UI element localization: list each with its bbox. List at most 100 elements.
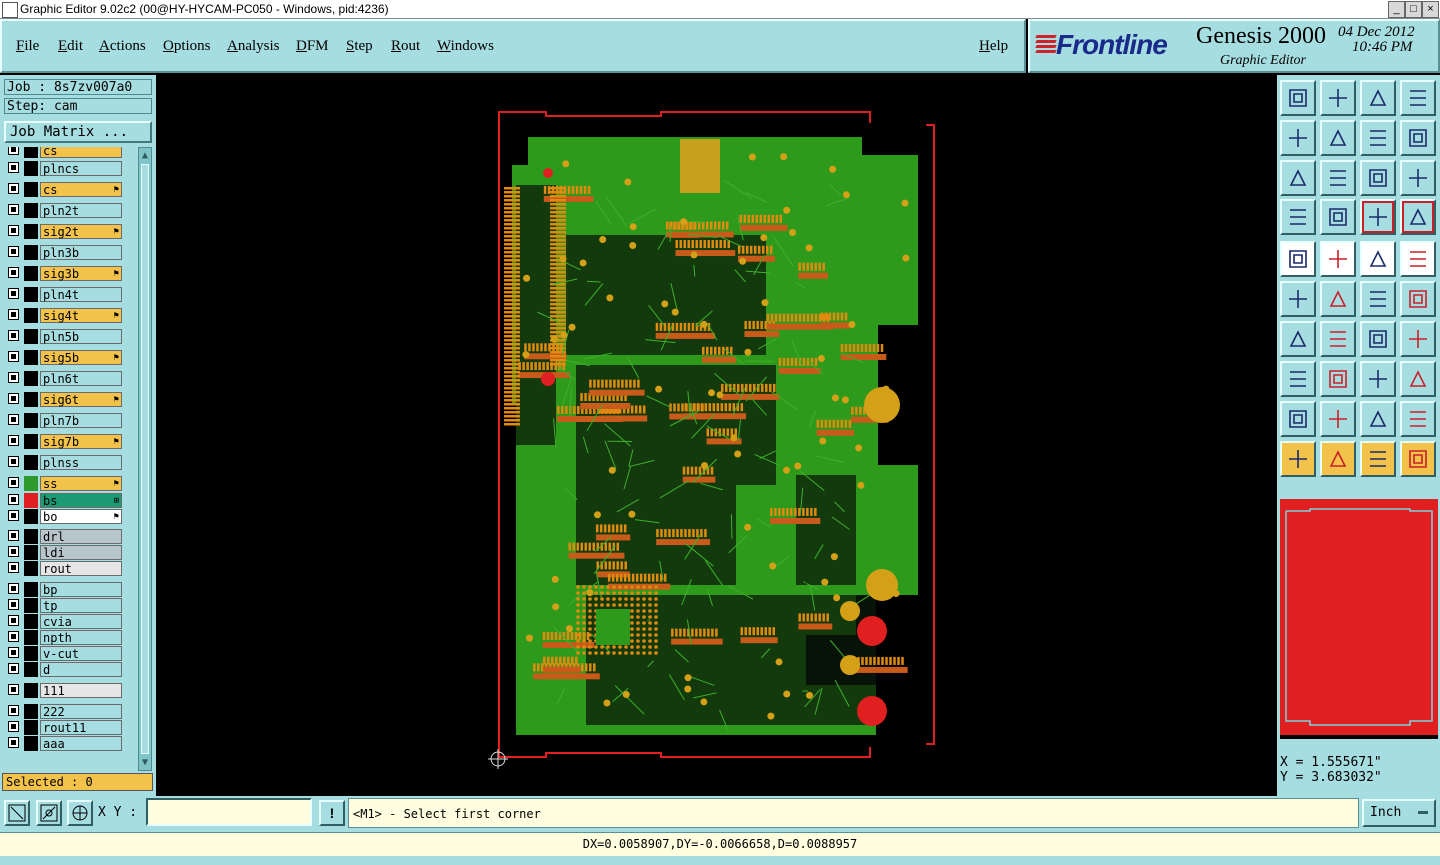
zoom-box-button[interactable] — [4, 800, 30, 826]
layer-checkbox[interactable] — [8, 615, 19, 626]
select-arrow-tool-button[interactable] — [1320, 441, 1356, 477]
zoom-in-tool-button[interactable] — [1280, 120, 1316, 156]
layer-row-cvia[interactable]: cvia — [4, 614, 128, 629]
features-on-tool-button[interactable] — [1360, 199, 1396, 235]
route-tool-button[interactable] — [1400, 441, 1436, 477]
layer-color-swatch[interactable] — [24, 371, 38, 386]
layer-name[interactable]: v-cut — [40, 646, 122, 661]
layer-color-swatch[interactable] — [24, 476, 38, 491]
layer-name[interactable]: tp — [40, 598, 122, 613]
layer-color-swatch[interactable] — [24, 646, 38, 661]
layer-row-rout11[interactable]: rout11 — [4, 720, 128, 735]
xy-input[interactable] — [146, 798, 312, 826]
layer-row-sig7b[interactable]: sig7b ⚑ — [4, 434, 128, 449]
layer-row-ss[interactable]: ss ⚑ — [4, 476, 128, 491]
layer-color-swatch[interactable] — [24, 630, 38, 645]
ruler-tool-button[interactable] — [1360, 241, 1396, 277]
redo-tool-button[interactable] — [1400, 120, 1436, 156]
layer-row-sig2t[interactable]: sig2t ⚑ — [4, 224, 128, 239]
select-pointer-tool-button[interactable] — [1360, 441, 1396, 477]
layer-color-swatch[interactable] — [24, 287, 38, 302]
layer-name[interactable]: cvia — [40, 614, 122, 629]
scroll-up-icon[interactable]: ▲ — [140, 150, 150, 161]
snap-grid-button[interactable] — [67, 800, 93, 826]
layer-checkbox[interactable] — [8, 288, 19, 299]
layer-row-sig3b[interactable]: sig3b ⚑ — [4, 266, 128, 281]
home-tool-button[interactable] — [1360, 80, 1396, 116]
layer-row-drl[interactable]: drl — [4, 529, 128, 544]
layer-checkbox[interactable] — [8, 705, 19, 716]
layer-checkbox[interactable] — [8, 351, 19, 362]
layer-row-plnss[interactable]: plnss — [4, 455, 128, 470]
units-select[interactable]: Inch — [1362, 799, 1436, 827]
layer-color-swatch[interactable] — [24, 329, 38, 344]
layer-name[interactable]: pln5b — [40, 329, 122, 344]
layer-color-swatch[interactable] — [24, 582, 38, 597]
zoom-out-tool-button[interactable] — [1320, 120, 1356, 156]
save-tool-button[interactable] — [1320, 80, 1356, 116]
layer-row-plncs[interactable]: plncs — [4, 161, 128, 176]
menu-actions[interactable]: Actions — [99, 38, 146, 55]
layer-name[interactable]: cs — [40, 147, 122, 158]
cross-tool-button[interactable] — [1320, 281, 1356, 317]
layer-row-pln3b[interactable]: pln3b — [4, 245, 128, 260]
layer-name[interactable]: bo ⚑ — [40, 509, 122, 524]
fit-screen-tool-button[interactable] — [1280, 160, 1316, 196]
layer-color-swatch[interactable] — [24, 245, 38, 260]
fit-profile-tool-button[interactable] — [1320, 160, 1356, 196]
layer-row-pln6t[interactable]: pln6t — [4, 371, 128, 386]
layer-name[interactable]: pln4t — [40, 287, 122, 302]
layer-name[interactable]: aaa — [40, 736, 122, 751]
maximize-button[interactable]: □ — [1405, 1, 1422, 18]
layer-name[interactable]: sig7b ⚑ — [40, 434, 122, 449]
menu-analysis[interactable]: Analysis — [227, 38, 280, 55]
layer-name[interactable]: d — [40, 662, 122, 677]
layer-name[interactable]: ss ⚑ — [40, 476, 122, 491]
layer-color-swatch[interactable] — [24, 350, 38, 365]
layer-color-swatch[interactable] — [24, 413, 38, 428]
layer-name[interactable]: sig6t ⚑ — [40, 392, 122, 407]
triangle-cross-tool-button[interactable] — [1400, 401, 1436, 437]
layer-row-tp[interactable]: tp — [4, 598, 128, 613]
layer-checkbox[interactable] — [8, 599, 19, 610]
line-add-tool-button[interactable] — [1360, 281, 1396, 317]
layer-name[interactable]: pln3b — [40, 245, 122, 260]
triangle-tool-button[interactable] — [1280, 401, 1316, 437]
layer-checkbox[interactable] — [8, 147, 19, 155]
text-tool-button[interactable] — [1400, 321, 1436, 357]
triangle-fill-tool-button[interactable] — [1360, 401, 1396, 437]
layer-name[interactable]: pln2t — [40, 203, 122, 218]
undo-tool-button[interactable] — [1360, 120, 1396, 156]
layer-row-sig5b[interactable]: sig5b ⚑ — [4, 350, 128, 365]
pointer-tool-button[interactable] — [1280, 441, 1316, 477]
layer-row-pln4t[interactable]: pln4t — [4, 287, 128, 302]
pcb-board-view[interactable] — [156, 75, 1276, 796]
help-tool-button[interactable] — [1400, 160, 1436, 196]
layer-name[interactable]: pln7b — [40, 413, 122, 428]
menu-dfm[interactable]: DFM — [296, 38, 329, 55]
layer-name[interactable]: pln6t — [40, 371, 122, 386]
split-view-tool-button[interactable] — [1400, 80, 1436, 116]
grid-tool-button[interactable] — [1320, 199, 1356, 235]
menu-step[interactable]: Step — [346, 38, 373, 55]
layer-color-swatch[interactable] — [24, 147, 38, 158]
pad-tool-button[interactable] — [1400, 241, 1436, 277]
shapes-tool-button[interactable] — [1400, 361, 1436, 397]
layer-row-pln2t[interactable]: pln2t — [4, 203, 128, 218]
layer-name[interactable]: sig5b ⚑ — [40, 350, 122, 365]
layer-name[interactable]: plnss — [40, 455, 122, 470]
layer-color-swatch[interactable] — [24, 224, 38, 239]
layer-checkbox[interactable] — [8, 372, 19, 383]
overview-map[interactable] — [1280, 499, 1438, 739]
layer-name[interactable]: drl — [40, 529, 122, 544]
layer-color-swatch[interactable] — [24, 509, 38, 524]
layer-color-swatch[interactable] — [24, 704, 38, 719]
menu-rout[interactable]: Rout — [391, 38, 420, 55]
layer-row-bo[interactable]: bo ⚑ — [4, 509, 128, 524]
layer-checkbox[interactable] — [8, 204, 19, 215]
layer-name[interactable]: bp — [40, 582, 122, 597]
snap-tool-button[interactable] — [1280, 361, 1316, 397]
layer-row-cs[interactable]: cs — [4, 147, 128, 158]
layer-checkbox[interactable] — [8, 456, 19, 467]
layer-checkbox[interactable] — [8, 183, 19, 194]
